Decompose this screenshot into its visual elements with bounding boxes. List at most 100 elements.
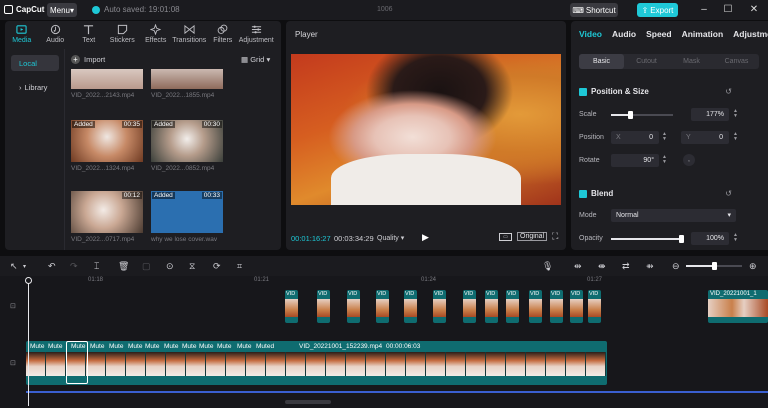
- overlay-clip[interactable]: VID: [506, 290, 519, 323]
- rotate-dial-icon[interactable]: ,: [683, 154, 695, 166]
- reset-icon[interactable]: ↺: [725, 189, 732, 198]
- playhead-handle[interactable]: [25, 277, 32, 284]
- chevron-down-icon[interactable]: ▾: [23, 263, 26, 270]
- scale-stepper[interactable]: ▲ ▼: [733, 109, 738, 119]
- position-y-input[interactable]: Y 0: [681, 131, 729, 144]
- tool-adjustment[interactable]: Adjustment: [239, 21, 274, 47]
- zoom-in-icon[interactable]: ⊕: [749, 261, 757, 272]
- selected-clip[interactable]: [66, 341, 88, 384]
- tool-audio[interactable]: Audio: [39, 21, 73, 47]
- snap-icon[interactable]: ⇼: [598, 261, 606, 272]
- tab-adjustment[interactable]: Adjustme: [733, 29, 768, 39]
- tool-effects[interactable]: Effects: [139, 21, 173, 47]
- play-circle-icon[interactable]: ⊙: [166, 261, 174, 272]
- opacity-stepper[interactable]: ▲ ▼: [733, 233, 738, 243]
- tool-text[interactable]: Text: [72, 21, 106, 47]
- zoom-slider-handle[interactable]: [712, 262, 717, 270]
- import-button[interactable]: + Import: [71, 55, 105, 64]
- overlay-track-icon[interactable]: ⊡: [10, 302, 16, 310]
- video-preview[interactable]: [291, 54, 561, 205]
- opacity-slider-handle[interactable]: [679, 235, 684, 243]
- sidebar-item-local[interactable]: Local: [11, 55, 59, 71]
- main-track-icon[interactable]: ⊡: [10, 359, 16, 367]
- close-icon[interactable]: ✕: [748, 4, 760, 16]
- media-clip[interactable]: 00:12 VID_2022...0717.mp4: [71, 191, 143, 243]
- subtab-basic[interactable]: Basic: [579, 54, 624, 69]
- timeline-scrollbar[interactable]: [285, 400, 331, 404]
- play-button[interactable]: ▶: [422, 232, 430, 242]
- media-clip[interactable]: Added 00:33 why we lose cover.wav: [151, 191, 223, 243]
- preview-axis-icon[interactable]: ⇻: [646, 261, 654, 272]
- freeze-icon[interactable]: ▢: [142, 261, 151, 272]
- tab-speed[interactable]: Speed: [646, 29, 672, 39]
- microphone-icon[interactable]: 🎙: [542, 261, 553, 272]
- overlay-clip[interactable]: VID: [588, 290, 601, 323]
- select-cursor-icon[interactable]: ↖: [10, 261, 18, 272]
- export-button[interactable]: ⇪ Export: [637, 3, 678, 17]
- scale-input[interactable]: 177%: [691, 108, 729, 121]
- overlay-clip[interactable]: VID: [463, 290, 476, 323]
- reset-icon[interactable]: ↺: [725, 87, 732, 96]
- overlay-clip[interactable]: VID: [347, 290, 360, 323]
- overlay-clip[interactable]: VID_20221001_1: [708, 290, 768, 323]
- overlay-clip[interactable]: VID: [317, 290, 330, 323]
- link-icon[interactable]: ⇄: [622, 261, 630, 272]
- fullscreen-icon[interactable]: ⛶: [552, 231, 558, 242]
- original-ratio-button[interactable]: Original: [517, 232, 548, 241]
- maximize-icon[interactable]: ☐: [722, 4, 734, 16]
- tab-animation[interactable]: Animation: [682, 29, 724, 39]
- tab-video[interactable]: Video: [579, 29, 602, 39]
- aspect-ratio-icon[interactable]: ▭: [499, 233, 512, 241]
- playhead[interactable]: [28, 278, 29, 406]
- rotate-input[interactable]: 90°: [611, 154, 659, 167]
- position-y-stepper[interactable]: ▲ ▼: [733, 132, 738, 142]
- tool-stickers[interactable]: Stickers: [106, 21, 140, 47]
- timeline-ruler[interactable]: 01:18 01:21 01:24 01:27: [28, 276, 768, 286]
- sidebar-item-library[interactable]: › Library: [11, 79, 59, 95]
- overlay-clip[interactable]: VID: [376, 290, 389, 323]
- zoom-out-icon[interactable]: ⊖: [672, 261, 680, 272]
- tool-media[interactable]: Media: [5, 21, 39, 47]
- audio-track[interactable]: [26, 391, 768, 393]
- quality-dropdown[interactable]: Quality ▾: [377, 234, 404, 242]
- scale-slider-handle[interactable]: [627, 111, 633, 119]
- subtab-canvas[interactable]: Canvas: [714, 54, 759, 69]
- tool-label: Transitions: [172, 37, 207, 44]
- position-x-stepper[interactable]: ▲ ▼: [662, 132, 667, 142]
- checkbox-checked-icon[interactable]: [579, 87, 587, 96]
- shortcut-button[interactable]: ⌨ Shortcut: [570, 3, 618, 17]
- blend-mode-select[interactable]: Normal ▾: [611, 209, 736, 222]
- mirror-icon[interactable]: ⧖: [189, 261, 195, 272]
- overlay-clip[interactable]: VID: [570, 290, 583, 323]
- undo-icon[interactable]: ↶: [48, 261, 56, 272]
- minimize-icon[interactable]: –: [698, 4, 710, 16]
- media-clip[interactable]: VID_2022...2143.mp4: [71, 69, 143, 99]
- overlay-clip[interactable]: VID: [433, 290, 446, 323]
- overlay-clip[interactable]: VID: [550, 290, 563, 323]
- media-clip[interactable]: Added 00:30 VID_2022...0852.mp4: [151, 120, 223, 172]
- media-clip[interactable]: VID_2022...1855.mp4: [151, 69, 223, 99]
- redo-icon[interactable]: ↷: [70, 261, 78, 272]
- subtab-mask[interactable]: Mask: [669, 54, 714, 69]
- position-x-input[interactable]: X 0: [611, 131, 659, 144]
- overlay-clip[interactable]: VID: [285, 290, 298, 323]
- crop-icon[interactable]: ⌗: [237, 261, 242, 272]
- overlay-clip[interactable]: VID: [404, 290, 417, 323]
- overlay-clip[interactable]: VID: [485, 290, 498, 323]
- link-main-track-icon[interactable]: ⇹: [574, 261, 582, 272]
- tab-audio[interactable]: Audio: [612, 29, 636, 39]
- checkbox-checked-icon[interactable]: [579, 189, 587, 198]
- grid-view-button[interactable]: ▦ Grid ▾: [241, 55, 270, 64]
- split-icon[interactable]: ⌶: [94, 261, 99, 272]
- subtab-cutout[interactable]: Cutout: [624, 54, 669, 69]
- clip-frame: [426, 352, 446, 376]
- menu-button[interactable]: Menu ▾: [47, 3, 77, 17]
- delete-icon[interactable]: 🗑: [118, 261, 129, 272]
- tool-filters[interactable]: Filters: [206, 21, 240, 47]
- media-clip[interactable]: Added 00:35 VID_2022...1324.mp4: [71, 120, 143, 172]
- tool-transitions[interactable]: Transitions: [172, 21, 207, 47]
- rotate-icon[interactable]: ⟳: [213, 261, 221, 272]
- opacity-input[interactable]: 100%: [691, 232, 729, 245]
- rotate-stepper[interactable]: ▲ ▼: [662, 155, 667, 165]
- overlay-clip[interactable]: VID: [529, 290, 542, 323]
